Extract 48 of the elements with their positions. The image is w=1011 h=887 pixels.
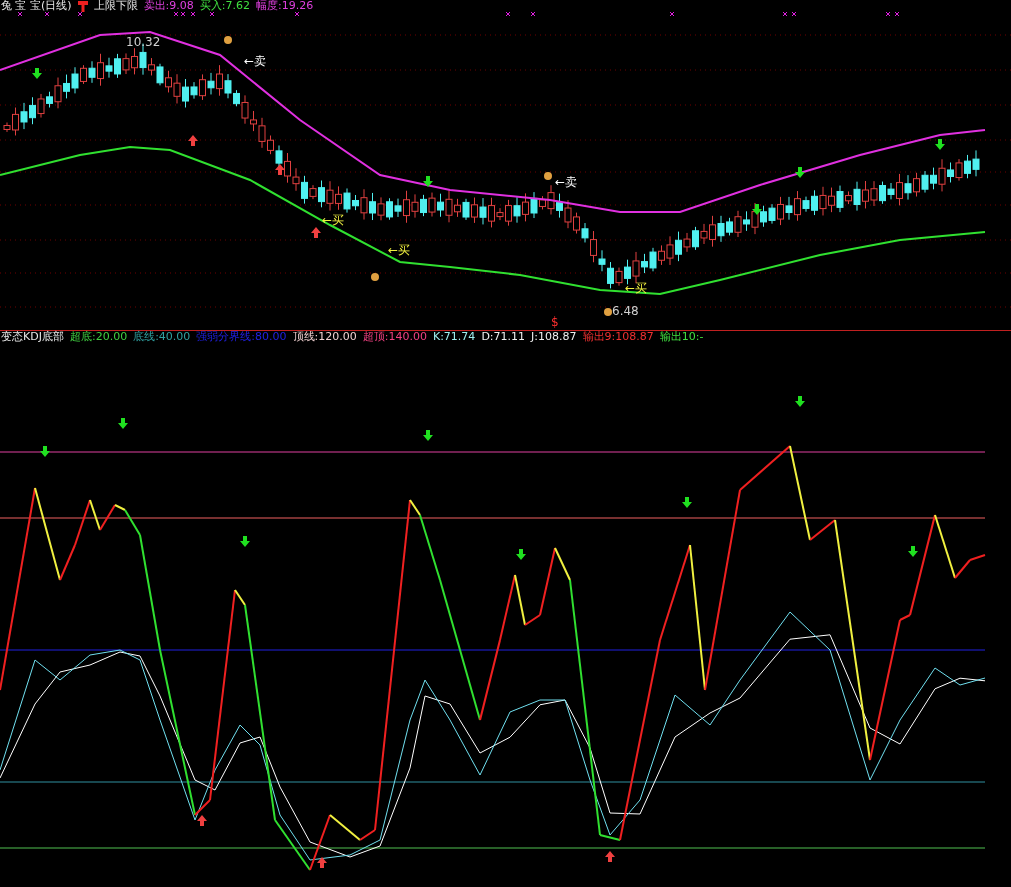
down-arrow-icon	[752, 204, 762, 215]
up-arrow-icon	[311, 227, 321, 238]
indicator-reading: 强弱分界线:80.00	[196, 331, 287, 343]
chart-annotation: $	[551, 316, 559, 329]
indicator-reading: 顶线:120.00	[292, 331, 357, 343]
indicator-reading: K:71.74	[432, 331, 476, 343]
up-arrow-icon	[197, 815, 207, 826]
down-arrow-icon	[423, 430, 433, 441]
down-arrow-icon	[118, 418, 128, 429]
up-arrow-icon	[275, 164, 285, 175]
signal-dot-icon	[224, 36, 232, 44]
down-arrow-icon	[32, 68, 42, 79]
chart-annotation: 6.48	[612, 305, 639, 318]
indicator-reading: 幅度:19.26	[256, 0, 314, 12]
indicator-reading: 输出9:108.87	[582, 331, 654, 343]
indicator-reading: 输出10:-	[659, 331, 704, 343]
chart-annotation: 10.32	[126, 36, 161, 49]
down-arrow-icon	[795, 167, 805, 178]
chart-annotation: ←买	[388, 244, 411, 257]
stock-title: 兔 宝 宝(日线)	[1, 0, 72, 12]
signal-dot-icon	[604, 308, 612, 316]
chart-annotation: ←买	[322, 214, 345, 227]
up-arrow-icon	[77, 0, 88, 12]
signal-dot-icon	[371, 273, 379, 281]
indicator-reading: J:108.87	[531, 331, 577, 343]
indicator-reading: 超顶:140.00	[362, 331, 427, 343]
chart-annotation: ←买	[625, 282, 648, 295]
down-arrow-icon	[795, 396, 805, 407]
up-arrow-icon	[605, 851, 615, 862]
indicator-reading: D:71.11	[481, 331, 526, 343]
down-arrow-icon	[935, 139, 945, 150]
indicator-reading: 买入:7.62	[199, 0, 250, 12]
indicator-reading: 卖出:9.08	[143, 0, 194, 12]
down-arrow-icon	[516, 549, 526, 560]
signal-dot-icon	[544, 172, 552, 180]
indicator-name: 变态KDJ底部	[1, 331, 64, 343]
down-arrow-icon	[240, 536, 250, 547]
chart-annotation: ←卖	[555, 176, 578, 189]
down-arrow-icon	[682, 497, 692, 508]
chart-annotation: ←卖	[244, 55, 267, 68]
indicator-name: 上限下限	[93, 0, 138, 12]
up-arrow-icon	[188, 135, 198, 146]
down-arrow-icon	[40, 446, 50, 457]
indicator-reading: 超底:20.00	[69, 331, 128, 343]
up-arrow-icon	[317, 857, 327, 868]
down-arrow-icon	[908, 546, 918, 557]
down-arrow-icon	[423, 176, 433, 187]
indicator-reading: 底线:40.00	[133, 331, 191, 343]
